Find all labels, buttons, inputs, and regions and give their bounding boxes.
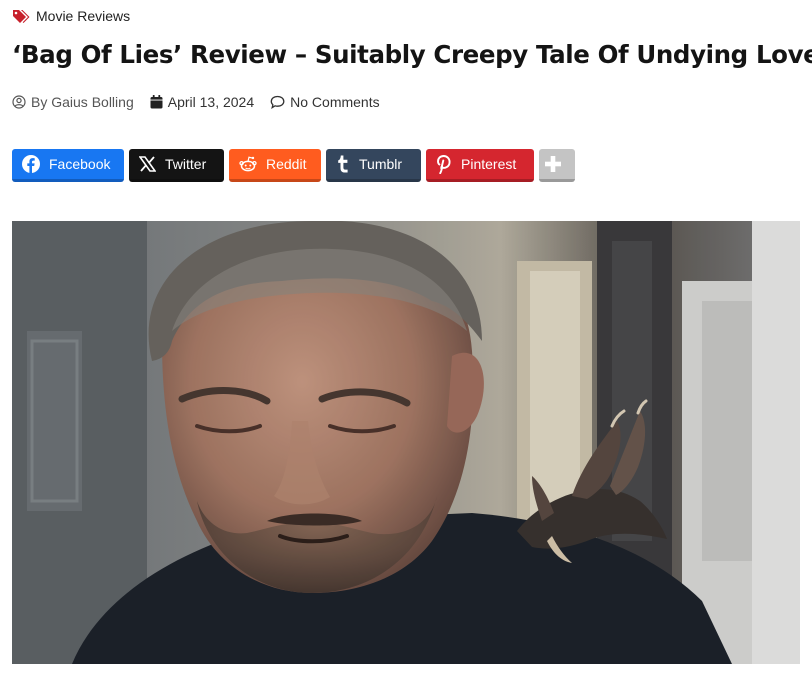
pinterest-icon <box>437 154 451 174</box>
reddit-icon <box>239 156 257 172</box>
category-row: Movie Reviews <box>12 6 130 26</box>
x-twitter-icon <box>139 156 156 172</box>
share-bar: Facebook Twitter Reddit Tumblr Pinterest <box>12 149 580 182</box>
author-prefix: By <box>31 94 48 110</box>
share-twitter-button[interactable]: Twitter <box>129 149 224 182</box>
author-link[interactable]: Gaius Bolling <box>51 94 134 110</box>
share-reddit-label: Reddit <box>266 156 307 172</box>
plus-icon <box>544 156 561 172</box>
calendar-icon <box>150 95 163 109</box>
share-pinterest-label: Pinterest <box>461 156 517 172</box>
author-meta: By Gaius Bolling <box>12 94 134 110</box>
share-facebook-label: Facebook <box>49 156 111 172</box>
featured-image-illustration <box>12 221 800 664</box>
share-tumblr-label: Tumblr <box>359 156 403 172</box>
comment-icon <box>270 95 285 109</box>
featured-image <box>12 221 800 664</box>
date-meta: April 13, 2024 <box>150 94 254 110</box>
tumblr-icon <box>338 155 348 173</box>
share-pinterest-button[interactable]: Pinterest <box>426 149 534 182</box>
share-tumblr-button[interactable]: Tumblr <box>326 149 421 182</box>
comments-link[interactable]: No Comments <box>290 94 379 110</box>
article-title: ‘Bag Of Lies’ Review – Suitably Creepy T… <box>12 40 812 69</box>
article-meta: By Gaius Bolling April 13, 2024 No Comme… <box>12 92 396 112</box>
comments-meta: No Comments <box>270 94 380 110</box>
share-twitter-label: Twitter <box>165 156 207 172</box>
tags-icon <box>12 8 30 24</box>
facebook-icon <box>22 155 40 173</box>
category-link-movie-reviews[interactable]: Movie Reviews <box>36 8 130 24</box>
user-circle-icon <box>12 95 26 109</box>
publish-date: April 13, 2024 <box>167 94 255 110</box>
share-reddit-button[interactable]: Reddit <box>229 149 321 182</box>
share-facebook-button[interactable]: Facebook <box>12 149 124 182</box>
share-more-button[interactable] <box>539 149 575 182</box>
